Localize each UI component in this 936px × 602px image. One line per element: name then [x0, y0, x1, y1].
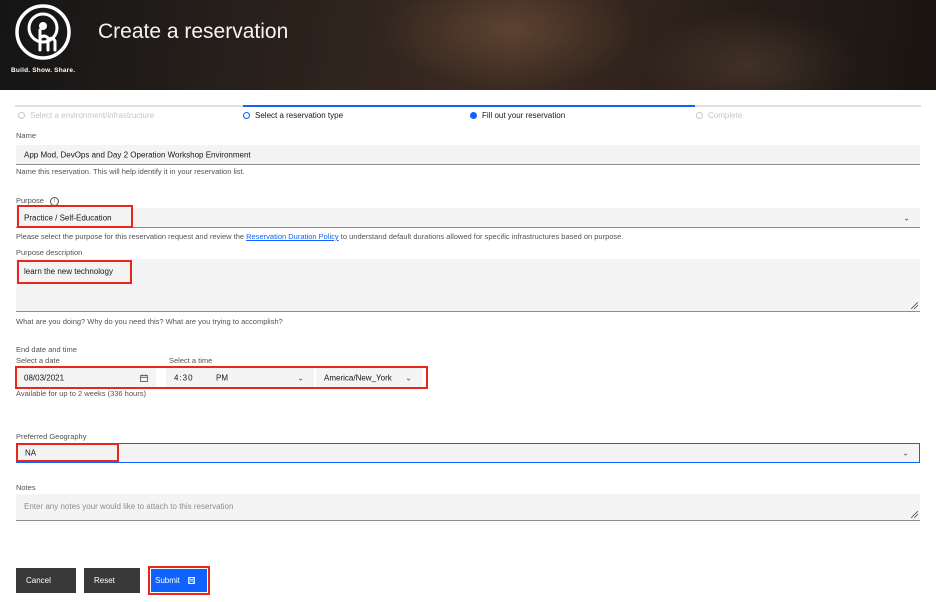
- step-complete: Complete: [696, 111, 742, 120]
- name-label: Name: [16, 131, 37, 140]
- name-input[interactable]: App Mod, DevOps and Day 2 Operation Work…: [16, 145, 920, 165]
- purpose-helper: Please select the purpose for this reser…: [16, 232, 624, 241]
- header-banner: Build. Show. Share. Create a reservation: [0, 0, 936, 90]
- step-line-4: [695, 105, 921, 107]
- notes-placeholder: Enter any notes your would like to attac…: [24, 502, 234, 511]
- step-check-icon: [243, 112, 250, 119]
- highlight-submit: [148, 566, 210, 595]
- highlight-date-time: [15, 366, 428, 389]
- select-date-label: Select a date: [16, 356, 60, 365]
- end-date-helper: Available for up to 2 weeks (336 hours): [16, 389, 146, 398]
- end-date-label: End date and time: [16, 345, 77, 354]
- chevron-down-icon: ⌄: [902, 448, 909, 458]
- highlight-geography: [16, 443, 119, 462]
- chevron-down-icon: ⌄: [903, 213, 910, 222]
- step-line-3: [470, 105, 695, 107]
- geography-label: Preferred Geography: [16, 432, 87, 441]
- select-time-label: Select a time: [169, 356, 213, 365]
- logo-tagline: Build. Show. Share.: [11, 67, 76, 74]
- resize-handle-icon[interactable]: [911, 302, 918, 309]
- name-value: App Mod, DevOps and Day 2 Operation Work…: [24, 150, 251, 159]
- cancel-button[interactable]: Cancel: [16, 568, 76, 593]
- highlight-purpose: [17, 205, 133, 228]
- geography-select[interactable]: NA ⌄: [16, 443, 920, 463]
- reset-button[interactable]: Reset: [84, 568, 140, 593]
- notes-label: Notes: [16, 483, 36, 492]
- purpose-description-helper: What are you doing? Why do you need this…: [16, 317, 283, 326]
- logo-icon: [15, 4, 71, 60]
- step-line-2: [243, 105, 470, 107]
- step-fill-out-reservation: Fill out your reservation: [470, 111, 565, 120]
- step-circle-icon: [18, 112, 25, 119]
- step-select-reservation-type[interactable]: Select a reservation type: [243, 111, 343, 120]
- highlight-purpose-description: [17, 260, 132, 284]
- resize-handle-icon[interactable]: [911, 511, 918, 518]
- purpose-description-textarea[interactable]: learn the new technology: [16, 259, 920, 312]
- step-current-icon: [470, 112, 477, 119]
- purpose-select[interactable]: Practice / Self-Education ⌄: [16, 208, 920, 228]
- step-select-environment: Select a environment/infrastructure: [18, 111, 154, 120]
- notes-textarea[interactable]: Enter any notes your would like to attac…: [16, 494, 920, 521]
- step-line-1: [15, 105, 243, 107]
- reservation-duration-policy-link[interactable]: Reservation Duration Policy: [246, 232, 339, 241]
- name-helper: Name this reservation. This will help id…: [16, 167, 245, 176]
- purpose-description-label: Purpose description: [16, 248, 83, 257]
- step-circle-icon: [696, 112, 703, 119]
- page-title: Create a reservation: [98, 20, 289, 43]
